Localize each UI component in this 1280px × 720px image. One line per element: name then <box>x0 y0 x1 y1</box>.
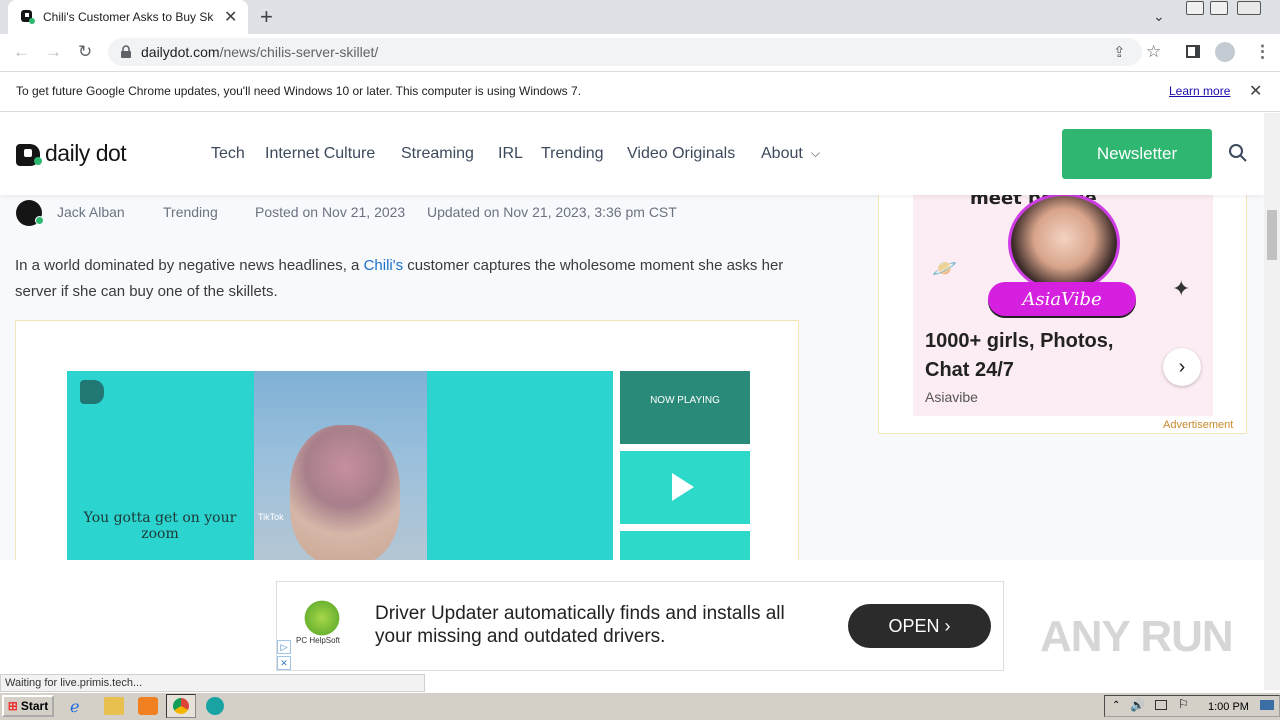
nav-trending[interactable]: Trending <box>541 145 604 163</box>
tab-title: Chili's Customer Asks to Buy Skillet A <box>43 10 213 24</box>
ad-headline[interactable]: 1000+ girls, Photos, Chat 24/7 <box>925 327 1155 385</box>
video-subject <box>290 425 400 565</box>
updated-date: Updated on Nov 21, 2023, 3:36 pm CST <box>427 204 677 220</box>
logo-dot <box>34 157 42 165</box>
tab-close-icon[interactable]: ✕ <box>224 7 237 27</box>
chrome-taskbar-button[interactable] <box>166 694 196 718</box>
nav-tech[interactable]: Tech <box>211 145 245 163</box>
ad-brand-name: Asiavibe <box>925 389 978 405</box>
edge-icon[interactable] <box>206 697 224 715</box>
open-button[interactable]: OPEN › <box>848 604 991 648</box>
ad-brand-pill: AsiaVibe <box>988 282 1136 316</box>
author-name[interactable]: Jack Alban <box>57 204 125 220</box>
sparkle-icon: ✦ <box>1172 276 1191 301</box>
media-player-icon[interactable] <box>138 697 158 715</box>
new-tab-icon[interactable]: + <box>260 4 273 30</box>
category-link[interactable]: Trending <box>163 204 218 220</box>
video-caption: You gotta get on your zoom <box>83 510 237 542</box>
search-icon[interactable] <box>1228 143 1248 163</box>
side-panel-icon[interactable] <box>1186 45 1200 58</box>
action-center-flag-icon[interactable]: ⚐ <box>1178 697 1189 711</box>
minimize-button[interactable] <box>1186 1 1204 15</box>
learn-more-link[interactable]: Learn more <box>1169 84 1230 98</box>
show-desktop-icon[interactable] <box>1260 700 1274 710</box>
profile-avatar-icon[interactable] <box>1215 42 1235 62</box>
chevron-down-icon[interactable]: ⌵ <box>811 146 820 161</box>
start-button[interactable]: ⊞ Start <box>2 695 54 717</box>
bookmark-star-icon[interactable]: ☆ <box>1146 42 1161 62</box>
pchelpsoft-logo-text: PC HelpSoft <box>296 636 341 645</box>
chrome-menu-icon[interactable]: ⋮ <box>1254 42 1271 62</box>
nav-about[interactable]: About <box>761 145 803 163</box>
nav-streaming[interactable]: Streaming <box>401 145 474 163</box>
network-icon[interactable] <box>1155 700 1167 710</box>
share-icon[interactable]: ⇪ <box>1113 43 1126 61</box>
play-icon[interactable] <box>672 473 694 501</box>
anyrun-watermark: ANY RUN <box>1040 612 1234 661</box>
url-text[interactable]: dailydot.com/news/chilis-server-skillet/ <box>141 44 378 60</box>
windows-flag-icon: ⊞ <box>7 699 18 713</box>
back-icon[interactable]: ← <box>13 42 30 62</box>
window-close-button[interactable] <box>1237 1 1261 15</box>
article-intro: In a world dominated by negative news he… <box>15 257 784 300</box>
player-logo-icon <box>80 380 104 404</box>
posted-date: Posted on Nov 21, 2023 <box>255 204 406 220</box>
reload-icon[interactable]: ↻ <box>78 42 92 62</box>
taskbar-clock[interactable]: 1:00 PM <box>1208 701 1249 713</box>
playlist-thumbnail[interactable] <box>620 371 750 444</box>
ad-photo <box>1008 193 1120 293</box>
now-playing-label: NOW PLAYING <box>650 395 720 406</box>
vertical-scrollbar[interactable] <box>1264 113 1280 690</box>
adchoices-icon[interactable]: ▷ <box>277 640 291 654</box>
tray-expand-icon[interactable]: ⌃ <box>1112 700 1120 711</box>
pchelpsoft-logo-icon <box>300 600 344 636</box>
chilis-link[interactable]: Chili's <box>364 257 404 274</box>
ie-icon[interactable]: ℯ <box>70 697 90 716</box>
scrollbar-thumb[interactable] <box>1267 210 1277 260</box>
nav-video-originals[interactable]: Video Originals <box>627 145 735 163</box>
forward-icon[interactable]: → <box>45 42 62 62</box>
nav-internet-culture[interactable]: Internet Culture <box>265 145 375 163</box>
ad-close-icon[interactable]: ✕ <box>277 656 291 670</box>
planet-icon: 🪐 <box>932 258 957 280</box>
browser-tab[interactable]: Chili's Customer Asks to Buy Skillet A ✕ <box>8 0 248 34</box>
restore-button[interactable] <box>1210 1 1228 15</box>
newsletter-button[interactable]: Newsletter <box>1062 129 1212 179</box>
status-bubble: Waiting for live.primis.tech... <box>0 674 425 692</box>
nav-irl[interactable]: IRL <box>498 145 523 163</box>
avatar-dot <box>35 216 44 225</box>
lock-icon[interactable] <box>120 45 132 59</box>
dailydot-favicon-icon <box>21 10 35 24</box>
volume-icon[interactable]: 🔊 <box>1130 698 1145 712</box>
site-logo-text[interactable]: daily dot <box>45 140 127 167</box>
infobar-close-icon[interactable]: ✕ <box>1249 81 1262 101</box>
infobar-text: To get future Google Chrome updates, you… <box>16 84 582 98</box>
tab-search-icon[interactable]: ⌄ <box>1153 8 1165 25</box>
ad-text[interactable]: Driver Updater automatically finds and i… <box>375 602 825 648</box>
tiktok-watermark: TikTok <box>258 512 284 522</box>
chevron-right-icon[interactable]: › <box>1163 348 1201 386</box>
explorer-icon[interactable] <box>104 697 124 715</box>
advertisement-label: Advertisement <box>1163 419 1234 431</box>
